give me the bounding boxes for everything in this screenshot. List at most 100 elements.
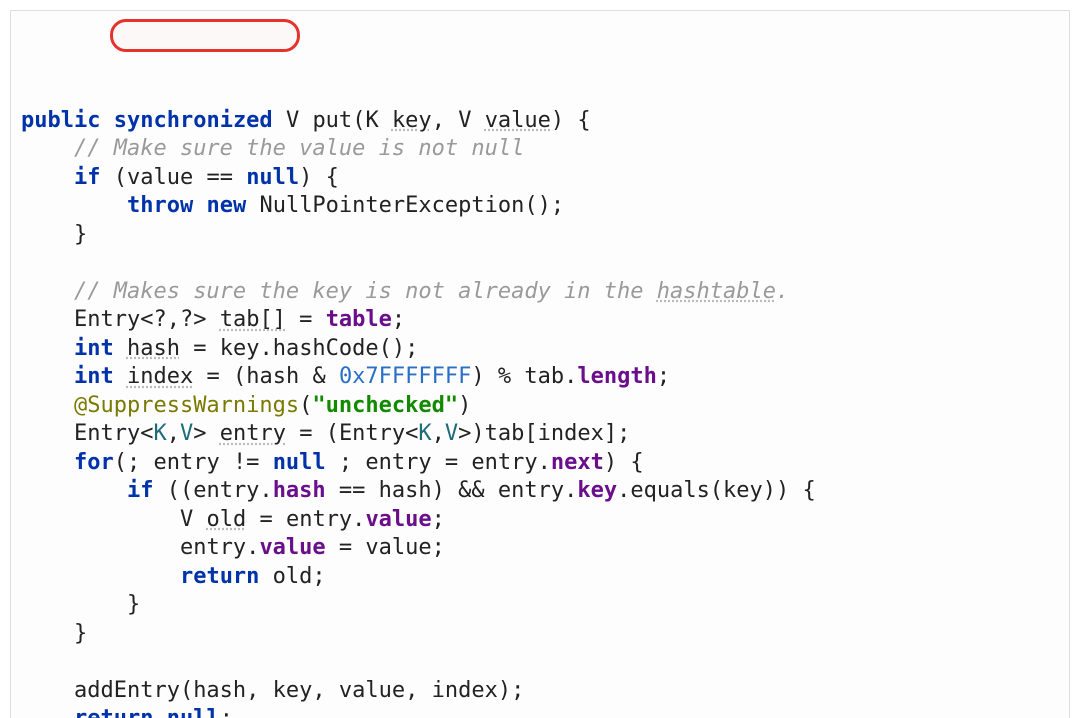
- p: ) % tab.: [471, 364, 577, 389]
- p: ; entry = entry.: [326, 450, 551, 475]
- type-entry: Entry: [74, 421, 140, 446]
- g: >: [458, 421, 471, 446]
- field-hash: hash: [273, 478, 326, 503]
- comment-ht: hashtable: [657, 279, 776, 304]
- kw-return: return: [74, 706, 153, 718]
- g: ,: [432, 421, 445, 446]
- expr: entry.: [180, 535, 259, 560]
- g: <: [405, 421, 418, 446]
- rest: ();: [524, 193, 564, 218]
- p: == hash) && entry.: [326, 478, 578, 503]
- p: .equals(key)) {: [617, 478, 816, 503]
- field-value: value: [365, 507, 431, 532]
- brace: {: [577, 108, 590, 133]
- code-line-21: addEntry(hash, key, value, index);: [21, 678, 524, 703]
- kw-synchronized: synchronized: [114, 108, 273, 133]
- var-old: old: [206, 507, 246, 532]
- code-line-14: if ((entry.hash == hash) && entry.key.eq…: [21, 478, 816, 503]
- rest: ) {: [299, 165, 339, 190]
- code-line-5: }: [21, 222, 87, 247]
- code-line-8: Entry<?,?> tab[] = table;: [21, 307, 405, 332]
- brace: }: [74, 222, 87, 247]
- kw-if: if: [127, 478, 154, 503]
- string: "unchecked": [312, 393, 458, 418]
- field-length: length: [577, 364, 656, 389]
- eq: =: [180, 336, 220, 361]
- code-line-16: entry.value = value;: [21, 535, 445, 560]
- code-line-18: }: [21, 592, 140, 617]
- eq: =: [193, 364, 233, 389]
- var-tab: tab[]: [220, 307, 286, 332]
- kw-int: int: [74, 364, 114, 389]
- p: (: [299, 393, 312, 418]
- kw-null: null: [273, 450, 326, 475]
- code-line-7: // Makes sure the key is not already in …: [21, 279, 789, 304]
- type-entry: Entry: [74, 307, 140, 332]
- comment: .: [776, 279, 789, 304]
- brace: }: [74, 621, 87, 646]
- sc: ;: [432, 507, 445, 532]
- code-line-9: int hash = key.hashCode();: [21, 336, 418, 361]
- param-type-v: V: [458, 108, 471, 133]
- expr: old;: [259, 564, 325, 589]
- p: (hash &: [233, 364, 339, 389]
- type-npe: NullPointerException: [259, 193, 524, 218]
- code-line-19: }: [21, 621, 87, 646]
- kw-return: return: [180, 564, 259, 589]
- field-table: table: [326, 307, 392, 332]
- g: ,: [167, 421, 180, 446]
- code-line-12: Entry<K,V> entry = (Entry<K,V>)tab[index…: [21, 421, 630, 446]
- field-value: value: [259, 535, 325, 560]
- expr: key.hashCode();: [220, 336, 419, 361]
- kw-int: int: [74, 336, 114, 361]
- comment: // Makes sure the key is not already in …: [74, 279, 657, 304]
- cond: (value ==: [114, 165, 246, 190]
- p: ) {: [604, 450, 644, 475]
- highlight-ring: [110, 19, 300, 52]
- code-line-22: return null;: [21, 706, 233, 718]
- kw-null: null: [246, 165, 299, 190]
- p: ((entry.: [153, 478, 272, 503]
- var-entry: entry: [220, 421, 286, 446]
- eq: = (: [286, 421, 339, 446]
- code-line-17: return old;: [21, 564, 326, 589]
- method-name: put: [312, 108, 352, 133]
- g: V: [180, 421, 193, 446]
- param-type-k: K: [365, 108, 378, 133]
- field-key: key: [577, 478, 617, 503]
- code-line-3: if (value == null) {: [21, 165, 339, 190]
- type-v: V: [180, 507, 193, 532]
- annotation: @SuppressWarnings: [74, 393, 299, 418]
- code-line-6: [21, 250, 34, 275]
- brace: }: [127, 592, 140, 617]
- type-entry: Entry: [339, 421, 405, 446]
- sc: ;: [657, 364, 670, 389]
- code-line-4: throw new NullPointerException();: [21, 193, 564, 218]
- code-line-15: V old = entry.value;: [21, 507, 445, 532]
- rest: )tab[index];: [471, 421, 630, 446]
- kw-new: new: [206, 193, 246, 218]
- code-line-13: for(; entry != null ; entry = entry.next…: [21, 450, 644, 475]
- param-value: value: [485, 108, 551, 133]
- kw-null: null: [153, 706, 219, 718]
- code-editor: public synchronized V put ( K key, V value…: [10, 10, 1070, 718]
- field-next: next: [551, 450, 604, 475]
- kw-public: public: [21, 108, 100, 133]
- expr: entry.: [286, 507, 365, 532]
- code-line-11: @SuppressWarnings("unchecked"): [21, 393, 471, 418]
- g: K: [418, 421, 431, 446]
- g: K: [153, 421, 166, 446]
- kw-for: for: [74, 450, 114, 475]
- p: ): [458, 393, 471, 418]
- comment: // Make sure the value is not null: [74, 136, 524, 161]
- kw-throw: throw: [127, 193, 193, 218]
- kw-if: if: [74, 165, 101, 190]
- code-line-2: // Make sure the value is not null: [21, 136, 524, 161]
- param-key: key: [392, 108, 432, 133]
- g: V: [445, 421, 458, 446]
- generics: <?,?>: [140, 307, 206, 332]
- code-line-1: public synchronized V put(K key, V value…: [21, 108, 591, 133]
- sc: ;: [392, 307, 405, 332]
- var-hash: hash: [127, 336, 180, 361]
- p: (; entry !=: [114, 450, 273, 475]
